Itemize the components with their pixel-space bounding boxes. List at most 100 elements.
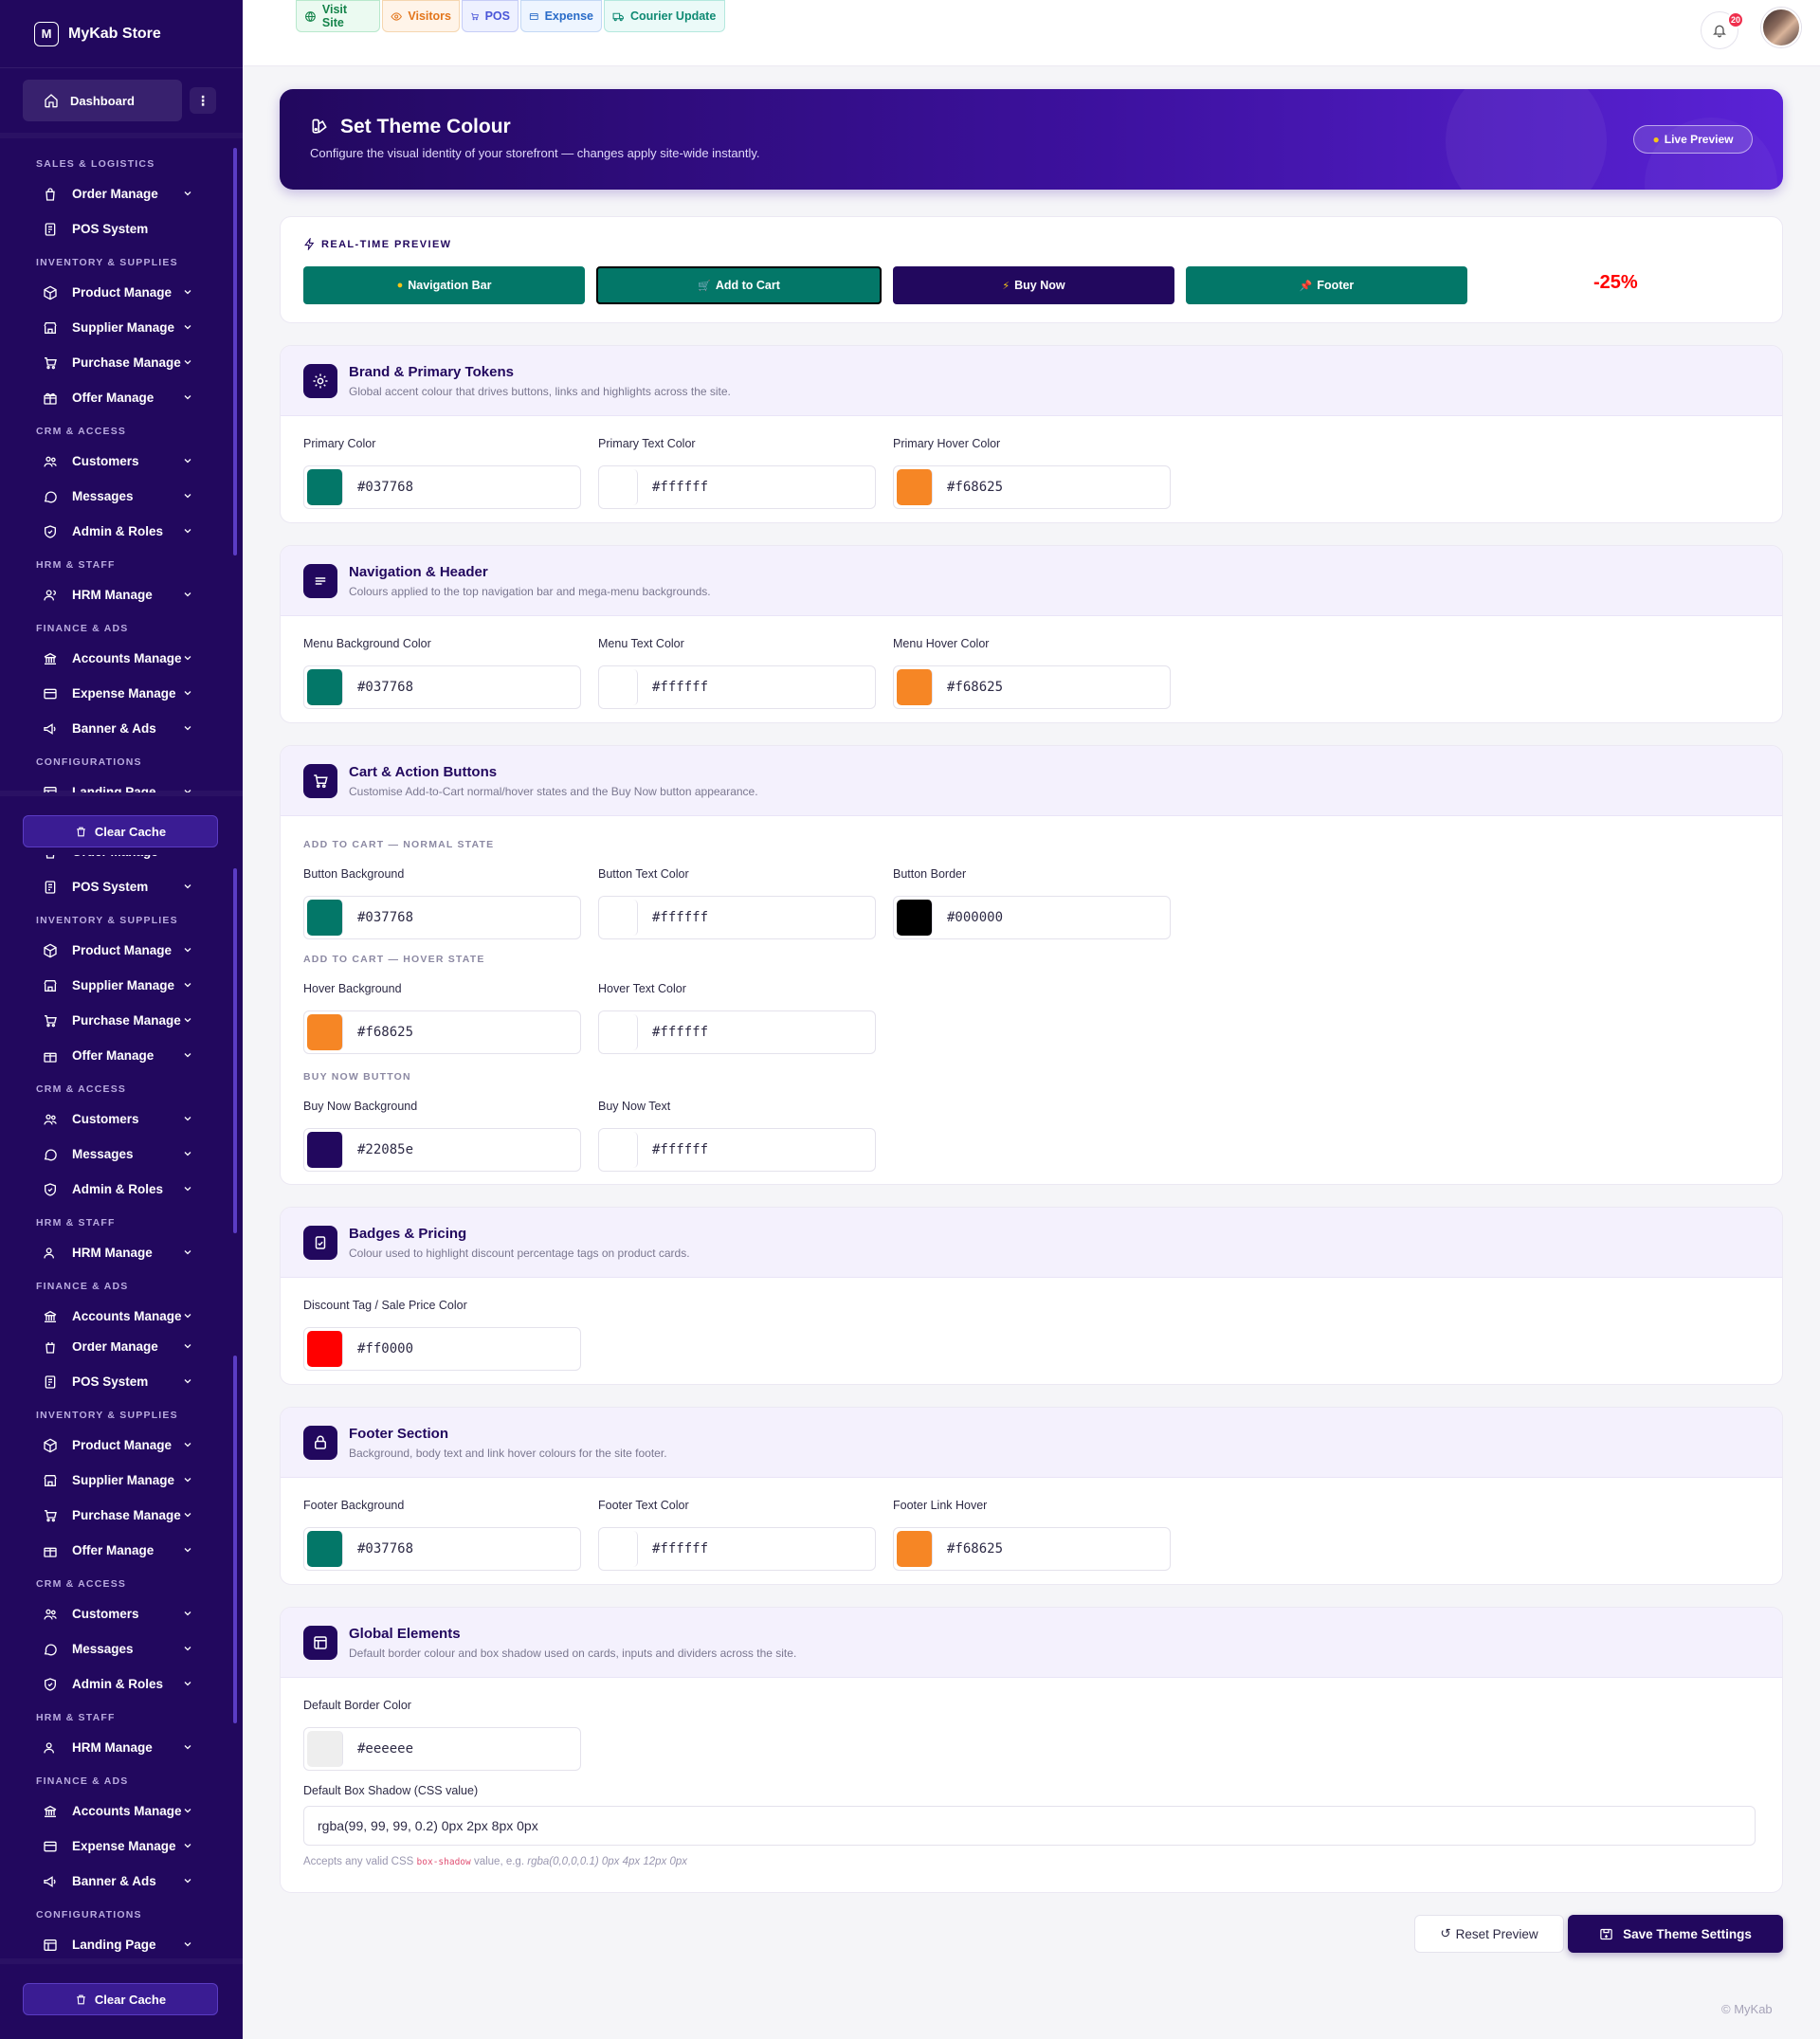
color-input[interactable]: #000000 xyxy=(893,896,1171,939)
sidebar-item-admin[interactable]: Admin & Roles xyxy=(0,1666,243,1702)
sidebar-item-order[interactable]: Order Manage xyxy=(0,855,243,869)
sidebar-item-banner[interactable]: Banner & Ads xyxy=(0,711,243,746)
more-options-button[interactable]: ⋮ xyxy=(190,87,216,114)
color-swatch[interactable] xyxy=(897,469,933,505)
color-value[interactable]: #eeeeee xyxy=(357,1741,413,1757)
save-theme-button[interactable]: Save Theme Settings xyxy=(1568,1915,1783,1953)
sidebar-item-product[interactable]: Product Manage xyxy=(0,1428,243,1463)
color-value[interactable]: #ff0000 xyxy=(357,1341,413,1356)
sidebar-item-expense[interactable]: Expense Manage xyxy=(0,676,243,711)
sidebar-item-messages[interactable]: Messages xyxy=(0,1631,243,1666)
color-input[interactable]: #ffffff xyxy=(598,1010,876,1054)
live-preview-button[interactable]: ● Live Preview xyxy=(1633,125,1753,154)
sidebar-item-customers[interactable]: Customers xyxy=(0,1596,243,1631)
scrollbar[interactable] xyxy=(233,868,237,1233)
sidebar-item-expense[interactable]: Expense Manage xyxy=(0,1829,243,1864)
sidebar-item-order[interactable]: Order Manage xyxy=(0,176,243,211)
brand-header[interactable]: M MyKab Store xyxy=(0,0,243,68)
color-swatch[interactable] xyxy=(307,669,343,705)
color-swatch[interactable] xyxy=(897,900,933,936)
visit-site-button[interactable]: Visit Site xyxy=(296,0,380,32)
sidebar-item-hrm[interactable]: HRM Manage xyxy=(0,1730,243,1765)
color-swatch[interactable] xyxy=(307,1014,343,1050)
sidebar-item-product[interactable]: Product Manage xyxy=(0,275,243,310)
color-value[interactable]: #037768 xyxy=(357,680,413,695)
color-input[interactable]: #22085e xyxy=(303,1128,581,1172)
sidebar-item-supplier[interactable]: Supplier Manage xyxy=(0,310,243,345)
color-input[interactable]: #ff0000 xyxy=(303,1327,581,1371)
sidebar-item-pos[interactable]: POS System xyxy=(0,869,243,904)
color-value[interactable]: #ffffff xyxy=(652,1025,708,1040)
color-swatch[interactable] xyxy=(307,1331,343,1367)
reset-preview-button[interactable]: ↺ Reset Preview xyxy=(1414,1915,1564,1953)
color-input[interactable]: #f68625 xyxy=(303,1010,581,1054)
color-swatch[interactable] xyxy=(602,1531,638,1567)
sidebar-item-offer[interactable]: Offer Manage xyxy=(0,1038,243,1073)
sidebar-item-pos[interactable]: POS System xyxy=(0,1364,243,1399)
color-swatch[interactable] xyxy=(602,1132,638,1168)
color-input[interactable]: #037768 xyxy=(303,1527,581,1571)
sidebar-item-purchase[interactable]: Purchase Manage xyxy=(0,1003,243,1038)
color-value[interactable]: #f68625 xyxy=(947,680,1003,695)
color-value[interactable]: #f68625 xyxy=(357,1025,413,1040)
color-swatch[interactable] xyxy=(307,1132,343,1168)
sidebar-item-product[interactable]: Product Manage xyxy=(0,933,243,968)
sidebar-item-admin[interactable]: Admin & Roles xyxy=(0,1172,243,1207)
sidebar-item-customers[interactable]: Customers xyxy=(0,1101,243,1137)
sidebar-item-accounts[interactable]: Accounts Manage xyxy=(0,641,243,676)
color-input[interactable]: #eeeeee xyxy=(303,1727,581,1771)
sidebar-item-messages[interactable]: Messages xyxy=(0,1137,243,1172)
color-swatch[interactable] xyxy=(602,669,638,705)
color-swatch[interactable] xyxy=(602,469,638,505)
avatar[interactable] xyxy=(1761,8,1801,47)
color-input[interactable]: #f68625 xyxy=(893,465,1171,509)
color-input[interactable]: #ffffff xyxy=(598,465,876,509)
sidebar-item-banner[interactable]: Banner & Ads xyxy=(0,1864,243,1899)
sidebar-item-admin[interactable]: Admin & Roles xyxy=(0,514,243,549)
color-swatch[interactable] xyxy=(602,1014,638,1050)
color-input[interactable]: #f68625 xyxy=(893,665,1171,709)
color-swatch[interactable] xyxy=(602,900,638,936)
box-shadow-input[interactable]: rgba(99, 99, 99, 0.2) 0px 2px 8px 0px xyxy=(303,1806,1756,1846)
sidebar-item-accounts[interactable]: Accounts Manage xyxy=(0,1299,243,1334)
color-swatch[interactable] xyxy=(897,1531,933,1567)
sidebar-item-customers[interactable]: Customers xyxy=(0,444,243,479)
color-value[interactable]: #22085e xyxy=(357,1142,413,1157)
courier-update-button[interactable]: Courier Update xyxy=(604,0,725,32)
color-swatch[interactable] xyxy=(307,1531,343,1567)
sidebar-item-offer[interactable]: Offer Manage xyxy=(0,380,243,415)
color-value[interactable]: #f68625 xyxy=(947,480,1003,495)
scrollbar[interactable] xyxy=(233,1356,237,1723)
color-swatch[interactable] xyxy=(307,1731,343,1767)
sidebar-item-messages[interactable]: Messages xyxy=(0,479,243,514)
clear-cache-button[interactable]: Clear Cache xyxy=(23,1983,218,2015)
color-input[interactable]: #037768 xyxy=(303,465,581,509)
color-swatch[interactable] xyxy=(897,669,933,705)
color-input[interactable]: #f68625 xyxy=(893,1527,1171,1571)
color-value[interactable]: #ffffff xyxy=(652,910,708,925)
sidebar-item-supplier[interactable]: Supplier Manage xyxy=(0,1463,243,1498)
color-input[interactable]: #ffffff xyxy=(598,896,876,939)
pos-button[interactable]: POS xyxy=(462,0,519,32)
color-value[interactable]: #037768 xyxy=(357,480,413,495)
color-input[interactable]: #037768 xyxy=(303,665,581,709)
expense-button[interactable]: Expense xyxy=(520,0,602,32)
sidebar-item-landing[interactable]: Landing Page xyxy=(0,1927,243,1958)
scrollbar[interactable] xyxy=(233,148,237,555)
color-swatch[interactable] xyxy=(307,900,343,936)
preview-buy-now[interactable]: ⚡ Buy Now xyxy=(893,266,1174,304)
color-input[interactable]: #ffffff xyxy=(598,1128,876,1172)
color-swatch[interactable] xyxy=(307,469,343,505)
color-value[interactable]: #037768 xyxy=(357,910,413,925)
preview-nav-bar[interactable]: ● Navigation Bar xyxy=(303,266,585,304)
sidebar-item-hrm[interactable]: HRM Manage xyxy=(0,577,243,612)
color-value[interactable]: #ffffff xyxy=(652,1142,708,1157)
sidebar-item-dashboard[interactable]: Dashboard xyxy=(23,80,182,121)
color-input[interactable]: #037768 xyxy=(303,896,581,939)
preview-footer[interactable]: 📌 Footer xyxy=(1186,266,1467,304)
sidebar-item-order[interactable]: Order Manage xyxy=(0,1342,243,1364)
color-input[interactable]: #ffffff xyxy=(598,1527,876,1571)
sidebar-item-supplier[interactable]: Supplier Manage xyxy=(0,968,243,1003)
color-value[interactable]: #037768 xyxy=(357,1541,413,1557)
color-value[interactable]: #ffffff xyxy=(652,680,708,695)
